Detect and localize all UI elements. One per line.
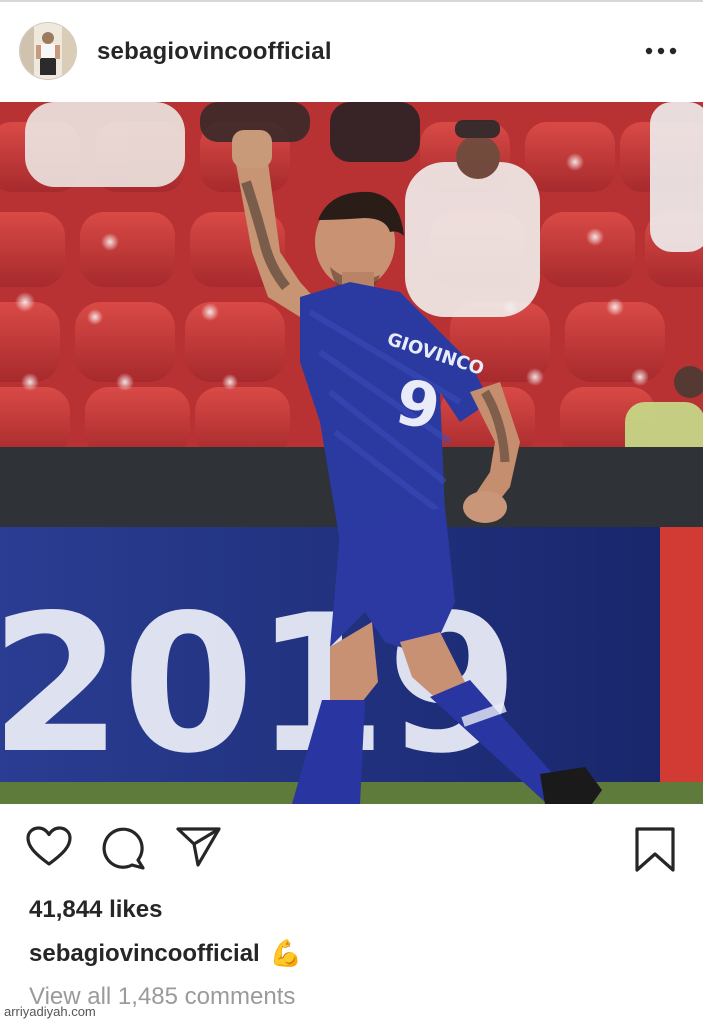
header-username[interactable]: sebagiovincoofficial bbox=[97, 38, 332, 66]
heart-icon[interactable] bbox=[26, 826, 72, 873]
source-watermark: arriyadiyah.com bbox=[4, 1004, 96, 1019]
post-photo[interactable]: 2019 GIOVINCO 9 bbox=[0, 102, 703, 804]
more-options-icon[interactable] bbox=[640, 36, 680, 66]
send-icon[interactable] bbox=[176, 826, 222, 873]
caption-username[interactable]: sebagiovincoofficial bbox=[29, 940, 260, 968]
post-header: sebagiovincoofficial bbox=[0, 2, 703, 102]
player-celebration-image: 2019 GIOVINCO 9 bbox=[0, 102, 703, 804]
bookmark-icon[interactable] bbox=[634, 826, 676, 879]
avatar-image bbox=[20, 23, 76, 79]
post-caption: sebagiovincoofficial 💪 bbox=[29, 939, 302, 969]
profile-avatar[interactable] bbox=[20, 23, 76, 79]
comment-icon[interactable] bbox=[102, 826, 148, 875]
likes-count[interactable]: 41,844 likes bbox=[29, 896, 162, 924]
flexed-biceps-emoji: 💪 bbox=[269, 939, 303, 969]
